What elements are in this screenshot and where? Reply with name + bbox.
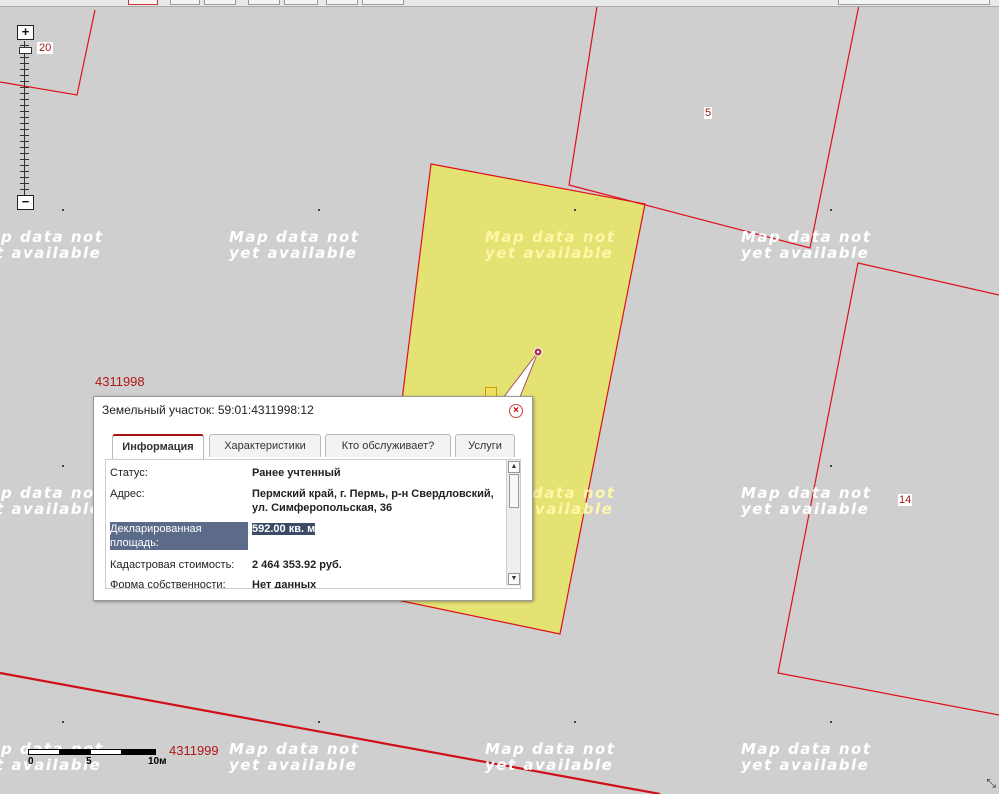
cadastral-block-label: 4311998: [95, 374, 145, 389]
tile-placeholder-text: Map data not yet available: [741, 484, 872, 518]
zoom-tick: [20, 165, 29, 166]
scroll-down-icon[interactable]: ▼: [508, 573, 520, 585]
zoom-tick: [20, 123, 29, 124]
info-value: Ранее учтенный: [252, 467, 341, 479]
info-value: Пермский край, г. Пермь, р-н Свердловски…: [252, 488, 494, 514]
tile-placeholder-text: Map data not yet available: [229, 228, 360, 262]
info-key: Адрес:: [110, 488, 145, 500]
zoom-tick: [20, 171, 29, 172]
zoom-tick: [20, 45, 29, 46]
toolbar-button[interactable]: [326, 0, 358, 5]
tile-corner-dot: [62, 465, 64, 467]
scroll-thumb[interactable]: [509, 474, 519, 508]
zoom-tick: [20, 135, 29, 136]
info-key: Форма собственности:: [110, 579, 226, 589]
zoom-tick: [20, 117, 29, 118]
toolbar: [0, 0, 999, 7]
tile-corner-dot: [62, 209, 64, 211]
zoom-tick: [20, 87, 29, 88]
parcel-info-popup: Земельный участок: 59:01:4311998:12 × Ин…: [93, 396, 533, 601]
scale-label-10: 10м: [148, 756, 167, 767]
zoom-tick: [20, 57, 29, 58]
zoom-control: + 20 −: [17, 25, 57, 215]
scroll-up-icon[interactable]: ▲: [508, 461, 520, 473]
zoom-tick: [20, 75, 29, 76]
scale-bar: 0 5 10м: [28, 745, 178, 775]
toolbar-button[interactable]: [284, 0, 318, 5]
zoom-tick: [20, 111, 29, 112]
info-value: 2 464 353.92 руб.: [252, 559, 342, 571]
tab-characteristics[interactable]: Характеристики: [209, 434, 321, 457]
toolbar-button[interactable]: [838, 0, 990, 5]
zoom-tick: [20, 153, 29, 154]
zoom-tick: [20, 93, 29, 94]
tile-corner-dot: [574, 721, 576, 723]
scale-segment: [121, 749, 156, 755]
zoom-level-label: 20: [37, 42, 54, 54]
tile-corner-dot: [318, 721, 320, 723]
toolbar-button[interactable]: [128, 0, 158, 5]
parcel-number-label: 14: [898, 494, 913, 506]
info-key: Декларированная площадь:: [110, 522, 248, 550]
tab-information[interactable]: Информация: [112, 434, 204, 459]
zoom-tick: [20, 147, 29, 148]
tile-placeholder-text: Map data not yet available: [741, 228, 872, 262]
zoom-tick: [20, 129, 29, 130]
info-key: Статус:: [110, 467, 148, 479]
zoom-tick: [20, 177, 29, 178]
zoom-tick: [20, 99, 29, 100]
zoom-tick: [20, 141, 29, 142]
tile-corner-dot: [830, 721, 832, 723]
info-value: Нет данных: [252, 579, 317, 589]
zoom-out-button[interactable]: −: [17, 195, 34, 210]
tile-placeholder-text: Map data not yet available: [485, 740, 616, 774]
toolbar-button[interactable]: [204, 0, 236, 5]
zoom-tick: [20, 159, 29, 160]
tile-corner-dot: [574, 209, 576, 211]
tile-placeholder-text: Map data not yet available: [0, 228, 104, 262]
popup-info-table[interactable]: Статус: Ранее учтенный Адрес: Пермский к…: [105, 459, 521, 589]
tile-corner-dot: [62, 721, 64, 723]
info-key: Кадастровая стоимость:: [110, 559, 235, 571]
scale-segment: [28, 749, 60, 755]
tile-corner-dot: [830, 465, 832, 467]
zoom-tick: [20, 105, 29, 106]
tile-placeholder-text: Map data not yet available: [229, 740, 360, 774]
zoom-tick: [20, 189, 29, 190]
parcel-number-label: 5: [704, 107, 713, 119]
tile-placeholder-text: Map data not yet available: [485, 228, 616, 262]
tile-placeholder-text: Map data not yet available: [741, 740, 872, 774]
toolbar-button[interactable]: [248, 0, 280, 5]
resize-handle-icon[interactable]: ⤡: [986, 776, 996, 791]
zoom-tick: [20, 69, 29, 70]
zoom-in-button[interactable]: +: [17, 25, 34, 40]
scale-label-5: 5: [86, 756, 92, 767]
popup-pointer: [498, 347, 543, 403]
zoom-tick: [20, 183, 29, 184]
info-value: 592.00 кв. м: [252, 523, 316, 535]
popup-scrollbar[interactable]: ▲ ▼: [506, 460, 520, 586]
tab-services[interactable]: Услуги: [455, 434, 515, 457]
toolbar-button[interactable]: [362, 0, 404, 5]
scale-segment: [90, 749, 122, 755]
tile-placeholder-text: Map data not yet available: [0, 484, 104, 518]
popup-title: Земельный участок: 59:01:4311998:12: [102, 403, 314, 417]
zoom-tick: [20, 81, 29, 82]
scale-label-0: 0: [28, 756, 34, 767]
tile-corner-dot: [830, 209, 832, 211]
tab-who-serves[interactable]: Кто обслуживает?: [325, 434, 451, 457]
toolbar-button[interactable]: [170, 0, 200, 5]
tile-corner-dot: [318, 209, 320, 211]
zoom-tick: [20, 63, 29, 64]
close-icon[interactable]: ×: [509, 404, 523, 418]
scale-segment: [59, 749, 91, 755]
zoom-slider-thumb[interactable]: [19, 47, 32, 54]
